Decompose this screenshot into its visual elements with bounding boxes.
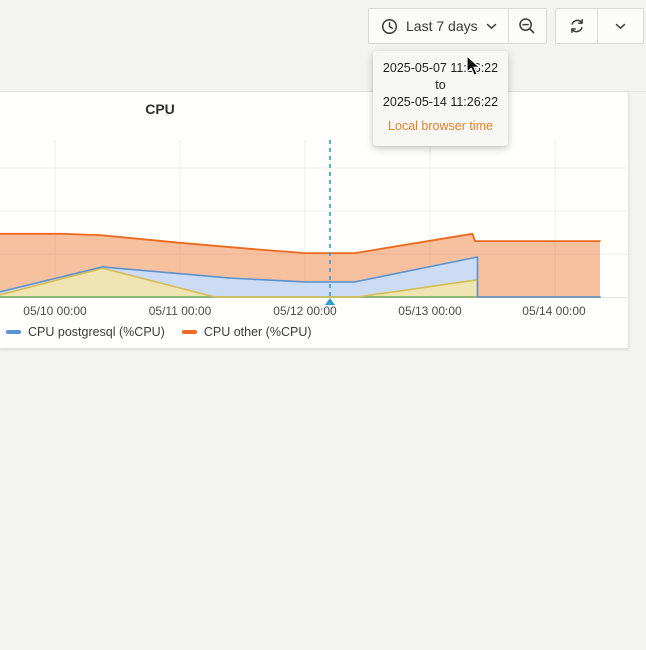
mouse-pointer bbox=[465, 55, 485, 77]
legend-label: CPU other (%CPU) bbox=[204, 325, 312, 339]
legend-color-dash bbox=[6, 330, 21, 334]
time-range-label: Last 7 days bbox=[406, 18, 478, 34]
panel-title: CPU bbox=[0, 101, 320, 117]
x-tick-label: 05/12 00:00 bbox=[260, 304, 350, 318]
x-tick-label: 05/13 00:00 bbox=[385, 304, 475, 318]
refresh-button[interactable] bbox=[556, 9, 597, 43]
tooltip-to-word: to bbox=[379, 77, 502, 94]
x-tick-label: 05/10 00:00 bbox=[10, 304, 100, 318]
legend-item-cpu-other[interactable]: CPU other (%CPU) bbox=[182, 325, 312, 339]
time-range-tooltip: 2025-05-07 11:26:22 to 2025-05-14 11:26:… bbox=[373, 51, 508, 146]
page: Last 7 days bbox=[0, 0, 646, 650]
zoom-out-icon bbox=[518, 17, 536, 35]
tooltip-to-timestamp: 2025-05-14 11:26:22 bbox=[379, 94, 502, 111]
legend-color-dash bbox=[182, 330, 197, 334]
time-picker-group: Last 7 days bbox=[368, 8, 547, 44]
refresh-interval-dropdown-button[interactable] bbox=[597, 9, 643, 43]
refresh-group bbox=[555, 8, 644, 44]
chevron-down-icon bbox=[486, 23, 497, 30]
chevron-down-icon bbox=[615, 23, 626, 30]
chart-legend: CPU postgresql (%CPU) CPU other (%CPU) bbox=[6, 325, 312, 339]
x-tick-label: 05/11 00:00 bbox=[135, 304, 225, 318]
cpu-panel: CPU 05/10 00:00 05/11 00:00 05/12 00:00 … bbox=[0, 92, 629, 349]
clock-icon bbox=[381, 18, 398, 35]
zoom-out-button[interactable] bbox=[508, 9, 546, 43]
x-tick-label: 05/14 00:00 bbox=[509, 304, 599, 318]
legend-item-cpu-postgresql[interactable]: CPU postgresql (%CPU) bbox=[6, 325, 165, 339]
legend-label: CPU postgresql (%CPU) bbox=[28, 325, 165, 339]
time-range-button[interactable]: Last 7 days bbox=[369, 9, 508, 43]
tooltip-timezone-note: Local browser time bbox=[379, 118, 502, 135]
refresh-icon bbox=[568, 17, 586, 35]
